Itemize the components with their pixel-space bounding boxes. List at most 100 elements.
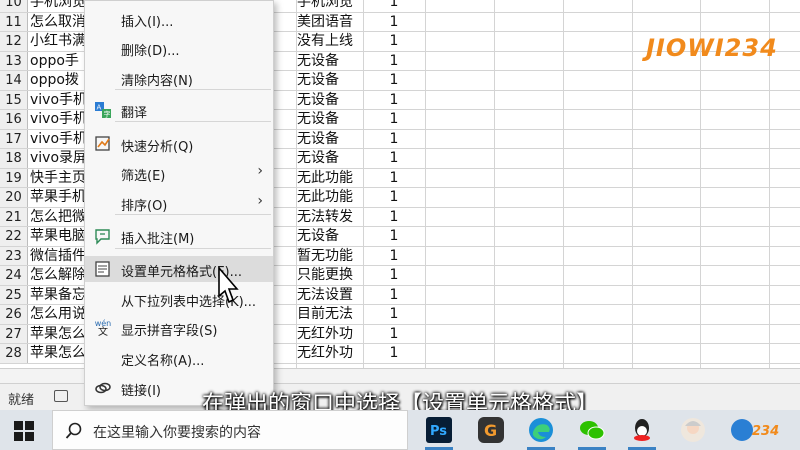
cell-e[interactable]: 1 <box>364 188 424 207</box>
menu-item-label: 快速分析(Q) <box>121 140 194 155</box>
row-number[interactable]: 20 <box>0 188 28 207</box>
menu-item-12[interactable]: 定义名称(A)... <box>85 345 273 371</box>
row-number[interactable]: 18 <box>0 149 28 168</box>
row-number[interactable]: 24 <box>0 266 28 285</box>
phonetic-icon: wén 文 <box>94 319 112 338</box>
cell-d[interactable]: 无设备 <box>297 71 363 90</box>
cell-e[interactable]: 1 <box>364 266 424 285</box>
menu-item-11[interactable]: wén 文显示拼音字段(S) <box>85 315 273 341</box>
row-number[interactable]: 27 <box>0 324 28 343</box>
cell-d[interactable]: 无设备 <box>297 91 363 110</box>
row-number[interactable]: 19 <box>0 168 28 187</box>
menu-item-7[interactable]: 排序(O) › <box>85 190 273 216</box>
windows-taskbar: 在这里输入你要搜索的内容 Ps G 234 <box>0 410 800 450</box>
menu-item-label: 删除(D)... <box>121 44 180 59</box>
row-number[interactable]: 22 <box>0 227 28 246</box>
cell-d[interactable]: 无设备 <box>297 52 363 71</box>
row-number[interactable]: 12 <box>0 32 28 51</box>
row-number[interactable]: 13 <box>0 51 28 70</box>
wechat-icon[interactable] <box>578 416 606 444</box>
quick-analysis-icon <box>95 136 110 151</box>
cell-e[interactable]: 1 <box>364 208 424 227</box>
row-number[interactable]: 10 <box>0 0 28 12</box>
taskbar-search-box[interactable]: 在这里输入你要搜索的内容 <box>52 410 408 450</box>
cell-d[interactable]: 无此功能 <box>297 169 363 188</box>
cell-e[interactable]: 1 <box>364 110 424 129</box>
comment-icon <box>95 229 110 245</box>
cell-e[interactable]: 1 <box>364 325 424 344</box>
edge-icon[interactable] <box>527 416 555 444</box>
cell-d[interactable]: 无红外功 <box>297 325 363 344</box>
svg-text:G: G <box>484 421 497 440</box>
mouse-cursor-icon <box>218 266 239 304</box>
cell-e[interactable]: 1 <box>364 305 424 324</box>
cell-e[interactable]: 1 <box>364 149 424 168</box>
cell-d[interactable]: 无设备 <box>297 130 363 149</box>
cell-d[interactable]: 无此功能 <box>297 188 363 207</box>
avatar-app-icon[interactable] <box>679 416 707 444</box>
cell-e[interactable]: 1 <box>364 286 424 305</box>
menu-item-4[interactable]: A 字翻译 <box>85 97 273 123</box>
windows-start-icon[interactable] <box>14 421 34 441</box>
menu-item-9[interactable]: 设置单元格格式(F)... <box>85 256 273 282</box>
menu-item-8[interactable]: 插入批注(M) <box>85 223 273 249</box>
menu-item-label: 显示拼音字段(S) <box>121 324 218 339</box>
qq-icon[interactable] <box>628 416 656 444</box>
cell-d[interactable]: 目前无法 <box>297 305 363 324</box>
cell-e[interactable]: 1 <box>364 344 424 363</box>
cell-e[interactable]: 1 <box>364 130 424 149</box>
cell-e[interactable]: 1 <box>364 52 424 71</box>
watermark-app-icon[interactable]: 234 <box>728 416 798 444</box>
menu-item-2[interactable]: 删除(D)... <box>85 35 273 61</box>
cell-d[interactable]: 暂无功能 <box>297 247 363 266</box>
cell-d[interactable]: 没有上线 <box>297 32 363 51</box>
menu-item-label: 插入批注(M) <box>121 232 195 247</box>
row-number[interactable]: 28 <box>0 344 28 363</box>
cell-d[interactable]: 无设备 <box>297 227 363 246</box>
cell-d[interactable]: 无设备 <box>297 149 363 168</box>
cell-e[interactable]: 1 <box>364 71 424 90</box>
row-number[interactable]: 21 <box>0 207 28 226</box>
submenu-arrow-icon: › <box>257 163 263 179</box>
cell-e[interactable]: 1 <box>364 0 424 12</box>
row-number[interactable]: 16 <box>0 110 28 129</box>
format-cells-icon <box>95 261 110 277</box>
context-menu: 插入(I)... 删除(D)... 清除内容(N) A 字翻译快速分析(Q) 筛选(E) ›… <box>84 0 274 406</box>
g-app-icon[interactable]: G <box>477 416 505 444</box>
menu-item-label: 翻译 <box>121 106 148 121</box>
cell-e[interactable]: 1 <box>364 247 424 266</box>
menu-item-label: 清除内容(N) <box>121 74 193 89</box>
row-number[interactable]: 26 <box>0 305 28 324</box>
cell-e[interactable]: 1 <box>364 169 424 188</box>
cell-d[interactable]: 无法设置 <box>297 286 363 305</box>
cell-e[interactable]: 1 <box>364 13 424 32</box>
cell-e[interactable]: 1 <box>364 91 424 110</box>
menu-item-label: 插入(I)... <box>121 15 174 30</box>
menu-item-6[interactable]: 筛选(E) › <box>85 160 273 186</box>
cell-e[interactable]: 1 <box>364 32 424 51</box>
search-placeholder: 在这里输入你要搜索的内容 <box>93 425 261 441</box>
watermark-logo: JIOWI234 <box>646 34 778 62</box>
menu-item-5[interactable]: 快速分析(Q) <box>85 131 273 157</box>
svg-text:Ps: Ps <box>430 424 447 439</box>
row-number[interactable]: 15 <box>0 90 28 109</box>
row-number[interactable]: 23 <box>0 246 28 265</box>
row-number[interactable]: 25 <box>0 285 28 304</box>
cell-d[interactable]: 无红外功 <box>297 344 363 363</box>
menu-item-10[interactable]: 从下拉列表中选择(K)... <box>85 286 273 312</box>
row-number[interactable]: 14 <box>0 71 28 90</box>
menu-item-label: 筛选(E) <box>121 169 166 184</box>
row-number[interactable]: 17 <box>0 129 28 148</box>
cell-e[interactable]: 1 <box>364 227 424 246</box>
menu-item-3[interactable]: 清除内容(N) <box>85 65 273 91</box>
cell-d[interactable]: 手机浏览 <box>297 0 363 12</box>
svg-text:A: A <box>97 104 102 112</box>
menu-item-1[interactable]: 插入(I)... <box>85 6 273 32</box>
cell-d[interactable]: 无法转发 <box>297 208 363 227</box>
cell-d[interactable]: 只能更换 <box>297 266 363 285</box>
translate-icon: A字 <box>95 102 111 119</box>
row-number[interactable]: 11 <box>0 12 28 31</box>
cell-d[interactable]: 美团语音 <box>297 13 363 32</box>
photoshop-icon[interactable]: Ps <box>425 416 453 444</box>
cell-d[interactable]: 无设备 <box>297 110 363 129</box>
